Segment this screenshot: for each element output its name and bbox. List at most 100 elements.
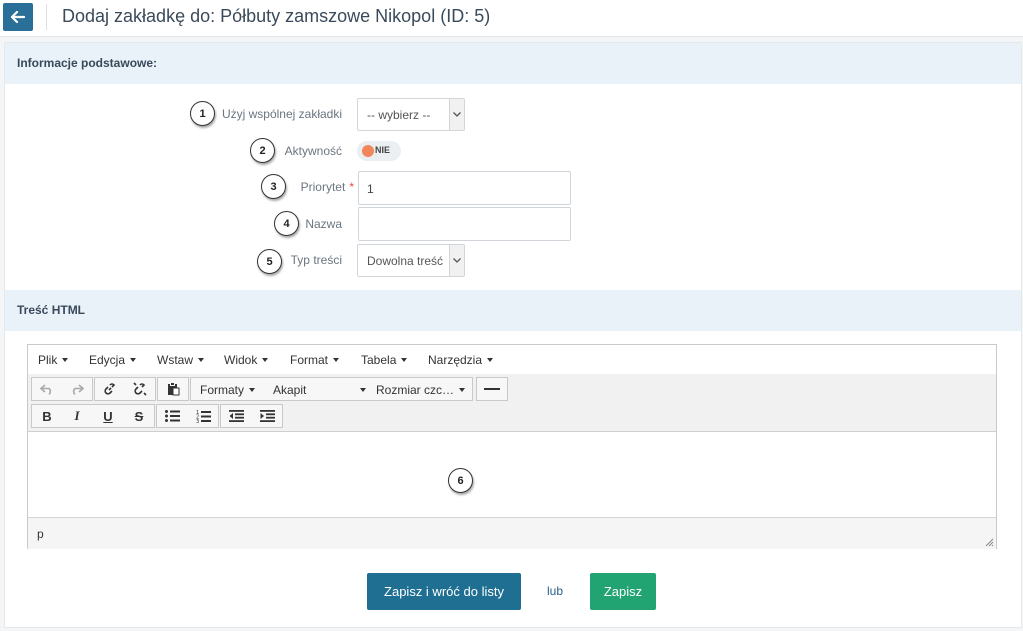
element-path[interactable]: p [37,527,44,541]
caret-down-icon [401,358,408,362]
priority-label: Priorytet * [301,180,354,194]
callout-badge-3: 3 [261,174,286,199]
redo-button[interactable] [62,378,92,400]
numbered-list-button[interactable]: 123 [188,405,218,427]
resize-handle-icon[interactable] [985,538,994,547]
insert-link-button[interactable] [95,378,125,400]
content-type-select[interactable]: Dowolna treść [357,244,465,277]
caret-down-icon [459,388,466,392]
toggle-knob [362,145,374,157]
menu-edit[interactable]: Edycja [89,353,137,367]
priority-label-text: Priorytet [300,180,346,194]
text-style-group: B I U S [31,404,155,428]
page-header: Dodaj zakładkę do: Półbuty zamszowe Niko… [0,0,1023,37]
strikethrough-button[interactable]: S [124,405,154,427]
paste-group [157,377,189,401]
svg-text:3: 3 [196,419,199,423]
dropdown-label: Akapit [273,383,307,397]
outdent-button[interactable] [221,405,251,427]
caret-down-icon [262,358,269,362]
callout-badge-5: 5 [257,249,282,274]
menu-label: Widok [224,353,258,367]
save-and-back-button[interactable]: Zapisz i wróć do listy [367,573,521,610]
dropdown-label: Formaty [200,383,245,397]
menu-file[interactable]: Plik [38,353,69,367]
editor-menubar: Plik Edycja Wstaw Widok Format Tabela Na… [28,345,996,375]
header-divider [46,4,47,30]
name-input[interactable] [358,207,571,241]
editor-content-area[interactable] [28,432,996,517]
basic-info-section-header: Informacje podstawowe: [5,43,1021,84]
shared-tab-label: Użyj wspólnej zakładki [221,107,342,121]
back-button[interactable] [3,3,33,31]
callout-badge-4: 4 [274,211,299,236]
menu-label: Tabela [361,353,397,367]
link-icon [104,383,116,395]
formats-dropdown[interactable]: Formaty [200,383,256,397]
numbered-list-icon: 123 [196,410,211,423]
indent-icon [259,410,275,422]
menu-format[interactable]: Format [290,353,340,367]
caret-down-icon [130,358,137,362]
menu-tools[interactable]: Narzędzia [428,353,494,367]
caret-down-icon [487,358,494,362]
save-button[interactable]: Zapisz [590,573,656,610]
menu-label: Narzędzia [428,353,483,367]
menu-label: Edycja [89,353,126,367]
caret-down-icon [249,388,256,392]
hr-group [476,377,508,401]
italic-button[interactable]: I [62,405,92,427]
caret-down-icon [198,358,204,362]
menu-view[interactable]: Widok [224,353,269,367]
chevron-down-icon [449,99,464,130]
link-group [94,377,156,401]
priority-value: 1 [367,182,374,196]
select-value: -- wybierz -- [367,108,431,122]
html-content-section-header: Treść HTML [5,290,1021,331]
content-type-label: Typ treści [290,253,342,267]
menu-label: Wstaw [157,353,193,367]
caret-down-icon [62,358,69,362]
bold-button[interactable]: B [32,405,62,427]
editor-statusbar: p [28,517,996,549]
section-title: Treść HTML [17,303,86,317]
callout-badge-1: 1 [190,101,215,126]
page-title: Dodaj zakładkę do: Półbuty zamszowe Niko… [62,6,491,26]
remove-link-button[interactable] [125,378,155,400]
horizontal-rule-icon [484,388,500,390]
paste-button[interactable] [158,378,188,400]
toggle-state: NIE [375,145,391,155]
indent-group [220,404,283,428]
name-label: Nazwa [305,217,342,231]
indent-button[interactable] [252,405,282,427]
menu-label: Plik [38,353,58,367]
undo-button[interactable] [32,378,62,400]
outdent-icon [228,410,244,422]
caret-down-icon [333,358,340,362]
section-title: Informacje podstawowe: [17,56,158,70]
paste-icon [167,382,179,396]
callout-badge-2: 2 [250,138,275,163]
caret-down-icon [360,388,367,392]
underline-button[interactable]: U [93,405,123,427]
menu-table[interactable]: Tabela [361,353,408,367]
html-editor: Plik Edycja Wstaw Widok Format Tabela Na… [27,344,997,549]
redo-icon [72,384,84,395]
chevron-down-icon [449,245,464,276]
block-format-dropdown[interactable]: Akapit [273,383,367,397]
horizontal-rule-button[interactable] [477,378,507,400]
arrow-left-icon [11,11,25,23]
or-separator: lub [547,584,564,598]
bullet-list-icon [164,410,180,422]
bullet-list-button[interactable] [157,405,187,427]
menu-insert[interactable]: Wstaw [157,353,204,367]
format-dropdowns-group: Formaty Akapit Rozmiar czc… [190,377,473,401]
callout-badge-6: 6 [448,468,473,493]
history-group [31,377,93,401]
priority-input[interactable]: 1 [358,171,571,205]
undo-icon [40,384,52,395]
shared-tab-select[interactable]: -- wybierz -- [357,98,465,131]
font-size-dropdown[interactable]: Rozmiar czc… [376,383,466,397]
menu-label: Format [290,353,329,367]
active-toggle[interactable]: NIE [357,141,401,161]
